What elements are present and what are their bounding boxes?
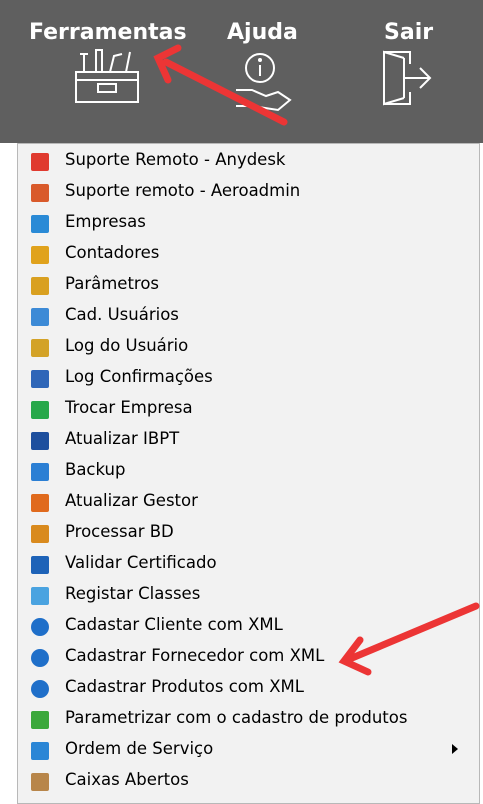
menu-item-7[interactable]: Log do Usuário xyxy=(24,332,472,363)
open-box-icon xyxy=(31,773,49,791)
menu-item-18[interactable]: Cadastrar Produtos com XML xyxy=(24,673,472,704)
menu-item-label: Log do Usuário xyxy=(65,336,189,355)
menu-item-2[interactable]: Suporte remoto - Aeroadmin xyxy=(24,177,472,208)
menu-item-3[interactable]: Empresas xyxy=(24,208,472,239)
menu-item-label: Caixas Abertos xyxy=(65,770,189,789)
menu-item-21[interactable]: Caixas Abertos xyxy=(24,766,472,797)
process-db-icon xyxy=(31,525,49,543)
certificate-icon xyxy=(31,556,49,574)
toolbox-icon xyxy=(75,49,139,103)
switch-company-icon xyxy=(31,401,49,419)
menu-item-label: Cadastar Cliente com XML xyxy=(65,615,283,634)
menu-item-13[interactable]: Processar BD xyxy=(24,518,472,549)
menu-item-20[interactable]: Ordem de Serviço xyxy=(24,735,472,766)
menu-item-label: Cad. Usuários xyxy=(65,305,179,324)
xml-supplier-icon xyxy=(31,649,49,667)
exit-door-icon xyxy=(383,50,432,106)
menu-item-8[interactable]: Log Confirmações xyxy=(24,363,472,394)
menu-item-11[interactable]: Backup xyxy=(24,456,472,487)
menu-item-label: Backup xyxy=(65,460,126,479)
service-order-icon xyxy=(31,742,49,760)
menu-item-label: Contadores xyxy=(65,243,160,262)
menu-item-label: Suporte remoto - Aeroadmin xyxy=(65,181,301,200)
menu-item-label: Cadastrar Produtos com XML xyxy=(65,677,304,696)
register-icon xyxy=(31,587,49,605)
menu-item-label: Atualizar IBPT xyxy=(65,429,180,448)
menu-item-12[interactable]: Atualizar Gestor xyxy=(24,487,472,518)
menu-item-15[interactable]: Registar Classes xyxy=(24,580,472,611)
ibpt-icon xyxy=(31,432,49,450)
ferramentas-label: Ferramentas xyxy=(29,20,187,45)
menu-item-label: Registar Classes xyxy=(65,584,201,603)
menu-item-6[interactable]: Cad. Usuários xyxy=(24,301,472,332)
menu-item-19[interactable]: Parametrizar com o cadastro de produtos xyxy=(24,704,472,735)
menu-item-label: Trocar Empresa xyxy=(65,398,193,417)
menu-item-label: Empresas xyxy=(65,212,146,231)
menu-item-label: Parâmetros xyxy=(65,274,160,293)
menu-item-label: Atualizar Gestor xyxy=(65,491,198,510)
menu-item-label: Cadastrar Fornecedor com XML xyxy=(65,646,325,665)
menu-item-4[interactable]: Contadores xyxy=(24,239,472,270)
menu-item-1[interactable]: Suporte Remoto - Anydesk xyxy=(24,146,472,177)
menu-item-label: Suporte Remoto - Anydesk xyxy=(65,150,286,169)
menu-item-10[interactable]: Atualizar IBPT xyxy=(24,425,472,456)
menu-item-label: Validar Certificado xyxy=(65,553,217,572)
menu-item-label: Ordem de Serviço xyxy=(65,739,214,758)
users-icon xyxy=(31,308,49,326)
ferramentas-menu[interactable]: Ferramentas xyxy=(0,0,200,143)
sair-label: Sair xyxy=(384,20,434,45)
submenu-arrow-icon xyxy=(452,744,458,754)
xml-client-icon xyxy=(31,618,49,636)
menu-item-14[interactable]: Validar Certificado xyxy=(24,549,472,580)
menu-item-9[interactable]: Trocar Empresa xyxy=(24,394,472,425)
menu-item-label: Log Confirmações xyxy=(65,367,213,386)
update-gestor-icon xyxy=(31,494,49,512)
anydesk-icon xyxy=(31,153,49,171)
parametrize-icon xyxy=(31,711,49,729)
building-icon xyxy=(31,215,49,233)
menu-item-16[interactable]: Cadastar Cliente com XML xyxy=(24,611,472,642)
lock-icon xyxy=(31,463,49,481)
user-log-icon xyxy=(31,339,49,357)
aeroadmin-icon xyxy=(31,184,49,202)
sair-menu[interactable]: Sair xyxy=(370,0,480,143)
menu-item-label: Parametrizar com o cadastro de produtos xyxy=(65,708,408,727)
menu-item-label: Processar BD xyxy=(65,522,174,541)
abacus-icon xyxy=(31,246,49,264)
ajuda-label: Ajuda xyxy=(227,20,298,45)
menu-item-17[interactable]: Cadastrar Fornecedor com XML xyxy=(24,642,472,673)
confirm-log-icon xyxy=(31,370,49,388)
ajuda-menu[interactable]: Ajuda xyxy=(210,0,320,143)
xml-products-icon xyxy=(31,680,49,698)
ferramentas-dropdown-menu: Suporte Remoto - Anydesk Suporte remoto -… xyxy=(17,143,480,804)
gears-icon xyxy=(31,277,49,295)
menu-item-5[interactable]: Parâmetros xyxy=(24,270,472,301)
top-toolbar: Ferramentas Ajuda Sair xyxy=(0,0,483,143)
help-hand-icon xyxy=(236,53,292,112)
